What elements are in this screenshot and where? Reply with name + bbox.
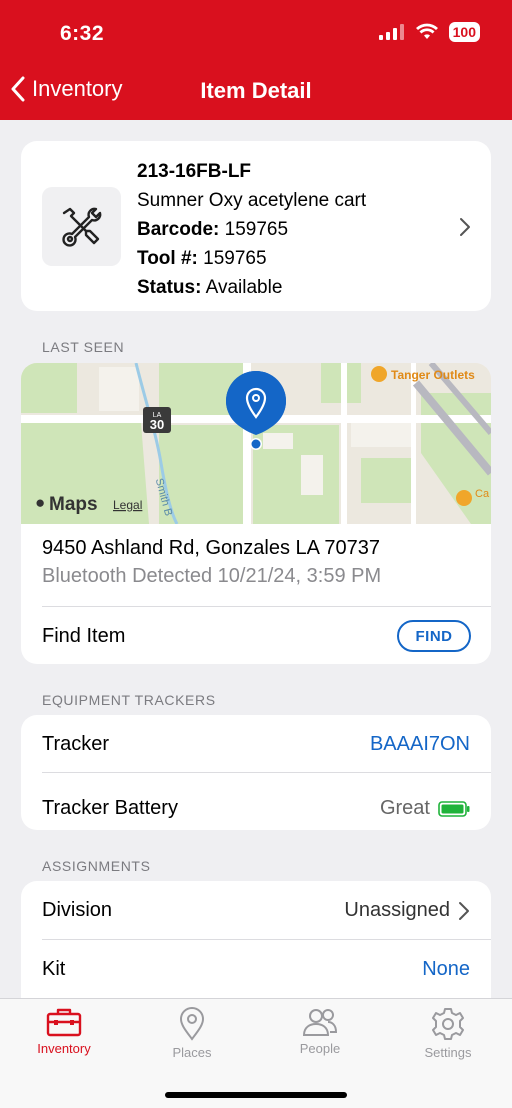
- page-title: Item Detail: [200, 78, 312, 103]
- trackers-card: Tracker BAAAI7ON Tracker Battery Great: [21, 715, 491, 830]
- cellular-signal-icon: [378, 24, 404, 40]
- division-label: Division: [42, 899, 113, 921]
- tracker-battery-value: Great: [379, 797, 430, 819]
- tab-people-label: People: [299, 1041, 341, 1056]
- tracker-battery-label: Tracker Battery: [42, 797, 178, 819]
- division-value-group: Unassigned: [344, 899, 470, 922]
- tools-icon: [61, 207, 101, 247]
- tab-places-label: Places: [172, 1045, 212, 1060]
- location-map[interactable]: LA 30 Smith B Tanger Outlets Ca Go ● Map…: [21, 363, 491, 524]
- toolbox-icon: [46, 1008, 82, 1037]
- detection-info: Bluetooth Detected 10/21/24, 3:59 PM: [42, 565, 382, 587]
- status-icons: 100: [378, 22, 480, 42]
- tab-settings[interactable]: Settings: [384, 1007, 512, 1060]
- map-legal-link[interactable]: Legal: [113, 498, 142, 512]
- barcode-value: 159765: [224, 219, 289, 240]
- tracker-battery-status: Great: [380, 797, 470, 820]
- tab-inventory-label: Inventory: [37, 1041, 91, 1056]
- item-tool-row: Tool #: 159765: [137, 244, 366, 273]
- location-pin-icon: [179, 1007, 205, 1041]
- tab-settings-label: Settings: [424, 1045, 472, 1060]
- item-image: [42, 187, 121, 266]
- divider: [42, 939, 491, 940]
- tab-places[interactable]: Places: [128, 1007, 256, 1060]
- assignments-card: Division Unassigned Kit None: [21, 881, 491, 998]
- item-info: 213-16FB-LF Sumner Oxy acetylene cart Ba…: [137, 157, 366, 302]
- people-icon: [302, 1009, 338, 1036]
- maps-attribution: Maps: [49, 494, 98, 515]
- last-seen-card: LA 30 Smith B Tanger Outlets Ca Go ● Map…: [21, 363, 491, 664]
- status-value: Available: [205, 277, 283, 298]
- item-status-row: Status: Available: [137, 273, 366, 302]
- divider: [42, 606, 491, 607]
- tab-inventory[interactable]: Inventory: [0, 1007, 128, 1056]
- gear-icon: [432, 1008, 464, 1040]
- item-barcode-row: Barcode: 159765: [137, 215, 366, 244]
- location-address: 9450 Ashland Rd, Gonzales LA 70737: [42, 537, 381, 559]
- item-name: Sumner Oxy acetylene cart: [137, 190, 367, 211]
- find-button[interactable]: FIND: [397, 620, 471, 652]
- wifi-icon: [415, 23, 438, 39]
- tracker-label: Tracker: [42, 733, 110, 755]
- section-assignments: ASSIGNMENTS: [42, 858, 151, 874]
- item-summary-card[interactable]: 213-16FB-LF Sumner Oxy acetylene cart Ba…: [21, 141, 491, 311]
- status-time: 6:32: [60, 22, 105, 45]
- chevron-right-icon: [459, 901, 469, 920]
- division-value: Unassigned: [344, 899, 450, 921]
- map-poi-tanger: Tanger Outlets: [391, 368, 475, 382]
- battery-full-icon: [438, 800, 470, 817]
- tracker-value[interactable]: BAAAI7ON: [370, 733, 470, 756]
- item-code: 213-16FB-LF: [137, 161, 252, 182]
- home-indicator: [165, 1092, 347, 1098]
- map-poi-right: Ca Go: [475, 488, 491, 500]
- kit-label: Kit: [42, 958, 66, 980]
- kit-value[interactable]: None: [422, 958, 470, 981]
- find-item-label: Find Item: [42, 625, 126, 647]
- battery-indicator: 100: [448, 22, 480, 42]
- status-label: Status:: [137, 277, 202, 298]
- app-header: 6:32 100 Inventory Item Detail: [0, 0, 512, 120]
- route-shield-number: 30: [150, 417, 164, 432]
- chevron-right-icon: [460, 218, 470, 236]
- divider: [42, 772, 491, 773]
- section-equipment-trackers: EQUIPMENT TRACKERS: [42, 692, 216, 708]
- map-graphic: LA 30 Smith B Tanger Outlets Ca Go ● Map…: [21, 363, 491, 524]
- section-last-seen: LAST SEEN: [42, 339, 125, 355]
- tab-people[interactable]: People: [256, 1007, 384, 1056]
- tool-number-value: 159765: [203, 248, 267, 269]
- barcode-label: Barcode:: [137, 219, 220, 240]
- tool-number-label: Tool #:: [137, 248, 198, 269]
- apple-logo-icon: ●: [35, 493, 45, 512]
